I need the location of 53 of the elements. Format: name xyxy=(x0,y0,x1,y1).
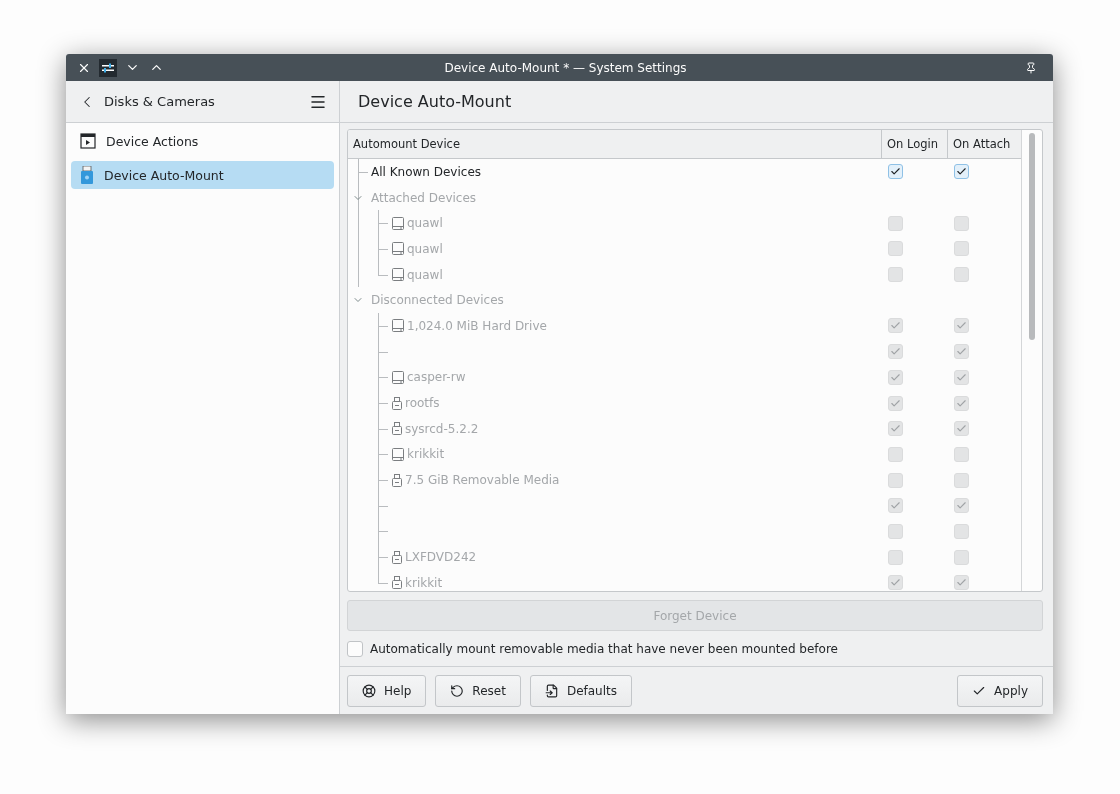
app-icon[interactable] xyxy=(98,57,118,78)
usb-stick-icon xyxy=(392,422,402,436)
device-name: casper-rw xyxy=(406,369,466,387)
document-icon xyxy=(544,683,559,698)
pin-icon xyxy=(1025,61,1037,74)
reset-button[interactable]: Reset xyxy=(435,674,521,707)
device-name: 1,024.0 MiB Hard Drive xyxy=(406,317,547,335)
help-button[interactable]: Help xyxy=(347,674,427,707)
column-header[interactable]: On Attach xyxy=(947,130,1021,158)
device-name: quawl xyxy=(406,215,443,233)
device-name: quawl xyxy=(406,266,443,284)
category-title: Disks & Cameras xyxy=(104,94,216,109)
device-name: LXFDVD242 xyxy=(404,549,477,567)
window-title: Device Auto-Mount * — System Settings xyxy=(443,60,688,75)
drive-icon xyxy=(392,370,404,384)
check-icon xyxy=(956,371,967,383)
drive-icon xyxy=(392,447,404,461)
check-icon xyxy=(890,371,901,383)
device-name: Attached Devices xyxy=(370,189,477,207)
device-name: krikkit xyxy=(404,574,443,591)
apply-button[interactable]: Apply xyxy=(957,674,1043,707)
usb-stick-icon xyxy=(392,473,402,487)
sidebar-item[interactable]: Device Auto-Mount xyxy=(71,161,334,189)
drive-icon xyxy=(392,268,404,282)
device-name: rootfs xyxy=(404,395,440,413)
checkbox[interactable] xyxy=(347,641,363,657)
usb-stick-icon xyxy=(80,166,94,184)
check-icon xyxy=(956,397,967,409)
drive-icon xyxy=(392,242,404,256)
device-name: sysrcd-5.2.2 xyxy=(404,420,479,438)
drive-icon xyxy=(392,216,404,230)
sidebar-item[interactable]: Device Actions xyxy=(71,127,334,155)
scrollbar-thumb[interactable] xyxy=(1029,133,1035,340)
usb-stick-icon xyxy=(392,550,402,564)
device-name: quawl xyxy=(406,240,443,258)
column-header[interactable]: On Login xyxy=(881,130,947,158)
window-play-icon xyxy=(80,133,96,149)
check-icon xyxy=(890,397,901,409)
column-header[interactable]: Automount Device xyxy=(348,130,881,158)
checkbox[interactable] xyxy=(888,164,903,180)
device-name: Disconnected Devices xyxy=(370,292,504,310)
page-title: Device Auto-Mount xyxy=(358,92,512,111)
option-label: Automatically mount removable media that have never been mounted before xyxy=(370,642,838,656)
defaults-button[interactable]: Defaults xyxy=(529,674,632,707)
undo-icon xyxy=(450,683,465,698)
drive-icon xyxy=(392,319,404,333)
device-name: 7.5 GiB Removable Media xyxy=(404,472,560,490)
usb-stick-icon xyxy=(392,396,402,410)
lifebuoy-icon xyxy=(362,683,376,698)
device-name: All Known Devices xyxy=(370,163,482,181)
usb-stick-icon xyxy=(392,576,402,590)
checkbox[interactable] xyxy=(954,164,969,180)
device-name: krikkit xyxy=(406,446,445,464)
